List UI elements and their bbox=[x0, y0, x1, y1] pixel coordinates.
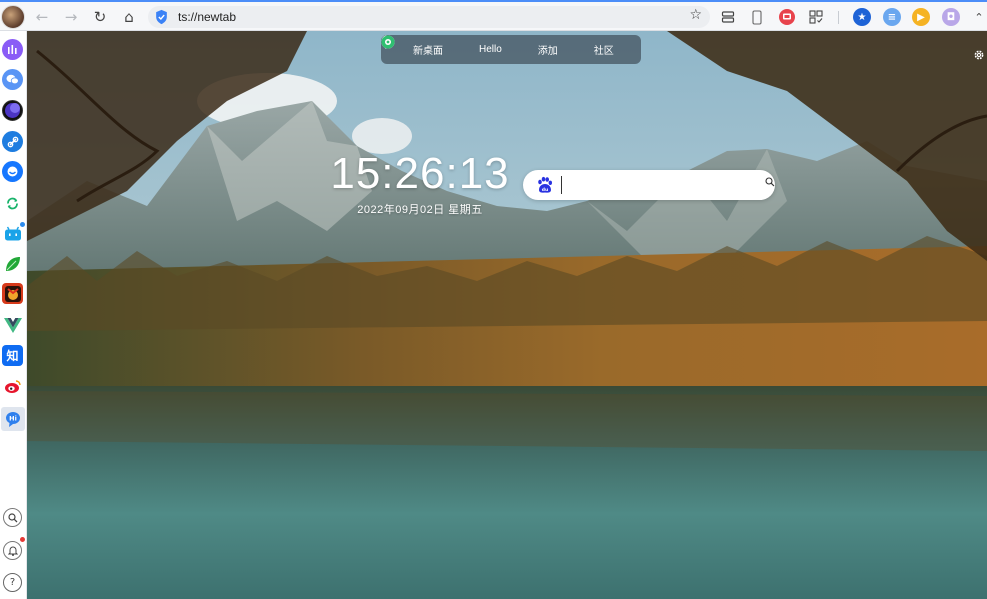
toolbar-divider bbox=[838, 11, 839, 24]
menu-item-new-desktop[interactable]: 新桌面 bbox=[381, 35, 443, 64]
menu-item-label: Hello bbox=[479, 44, 502, 55]
bookmark-star-icon[interactable]: ☆ bbox=[689, 7, 702, 23]
newtab-wallpaper: 新桌面 Hello 添加 社区 15:26:13 2022年09月02日 星期五 bbox=[27, 31, 987, 599]
sync-app-icon[interactable] bbox=[2, 193, 23, 214]
search-box: du bbox=[523, 170, 775, 200]
menu-item-hello[interactable]: Hello bbox=[381, 35, 502, 64]
bulb-icon bbox=[381, 35, 407, 57]
settings-gear-icon[interactable] bbox=[973, 49, 987, 63]
qr-icon[interactable] bbox=[806, 7, 826, 27]
game-app-icon[interactable] bbox=[2, 283, 23, 304]
notification-badge bbox=[20, 537, 25, 542]
user-avatar[interactable] bbox=[1, 5, 25, 29]
forward-icon[interactable]: → bbox=[61, 7, 81, 27]
clock-time: 15:26:13 bbox=[330, 149, 510, 198]
home-icon[interactable]: ⌂ bbox=[119, 7, 139, 27]
weibo-icon[interactable] bbox=[2, 375, 23, 396]
menu-item-label: 社区 bbox=[593, 46, 614, 57]
newtab-top-menu: 新桌面 Hello 添加 社区 bbox=[381, 35, 641, 64]
baidu-icon[interactable]: du bbox=[535, 175, 555, 195]
moon-app-icon[interactable] bbox=[2, 100, 23, 121]
address-bar[interactable]: ts://newtab ☆ bbox=[148, 6, 710, 28]
add-circle-icon bbox=[381, 35, 532, 57]
bulb-icon bbox=[381, 35, 473, 57]
reading-list-icon[interactable] bbox=[718, 7, 738, 27]
lock-extension-icon[interactable]: ◘ bbox=[942, 8, 960, 26]
clock-date: 2022年09月02日 星期五 bbox=[357, 204, 483, 216]
chevron-up-icon[interactable]: ⌃ bbox=[969, 7, 987, 27]
video-extension-icon[interactable]: ▶ bbox=[912, 8, 930, 26]
music-app-icon[interactable] bbox=[2, 39, 23, 60]
vue-icon[interactable] bbox=[2, 314, 23, 335]
menu-item-add[interactable]: 添加 bbox=[381, 35, 558, 64]
star-extension-icon[interactable]: ★ bbox=[853, 8, 871, 26]
device-icon[interactable] bbox=[747, 7, 767, 27]
zhihu-icon[interactable]: 知 bbox=[2, 345, 23, 366]
svg-text:du: du bbox=[542, 187, 548, 193]
reload-icon[interactable]: ↻ bbox=[90, 7, 110, 27]
svg-text:Hi: Hi bbox=[9, 415, 17, 423]
browser-toolbar: ← → ↻ ⌂ ts://newtab ☆ ★ ≡ ▶ ◘ ⌃ bbox=[0, 0, 987, 31]
link-app-icon[interactable] bbox=[2, 131, 23, 152]
menu-item-community[interactable]: 社区 bbox=[381, 35, 614, 64]
chat-app-icon[interactable]: Hi bbox=[1, 407, 25, 431]
url-text: ts://newtab bbox=[178, 10, 237, 24]
back-icon[interactable]: ← bbox=[32, 7, 52, 27]
community-icon bbox=[381, 35, 588, 57]
notes-extension-icon[interactable]: ≡ bbox=[883, 8, 901, 26]
bilibili-badge bbox=[20, 222, 25, 227]
security-shield-icon bbox=[156, 9, 167, 25]
circle-app-icon[interactable] bbox=[2, 161, 23, 182]
help-icon[interactable]: ? bbox=[3, 573, 22, 592]
leaf-app-icon[interactable] bbox=[2, 253, 23, 274]
screenshot-icon[interactable] bbox=[777, 7, 797, 27]
notification-bell-icon[interactable] bbox=[3, 541, 22, 560]
app-sidebar: 知 Hi ? bbox=[0, 31, 27, 599]
sidebar-search-icon[interactable] bbox=[3, 508, 22, 527]
wechat-icon[interactable] bbox=[2, 69, 23, 90]
menu-item-label: 添加 bbox=[537, 46, 558, 57]
menu-item-label: 新桌面 bbox=[413, 46, 443, 57]
lake-landscape-wallpaper bbox=[27, 31, 987, 599]
search-input[interactable] bbox=[561, 176, 746, 194]
